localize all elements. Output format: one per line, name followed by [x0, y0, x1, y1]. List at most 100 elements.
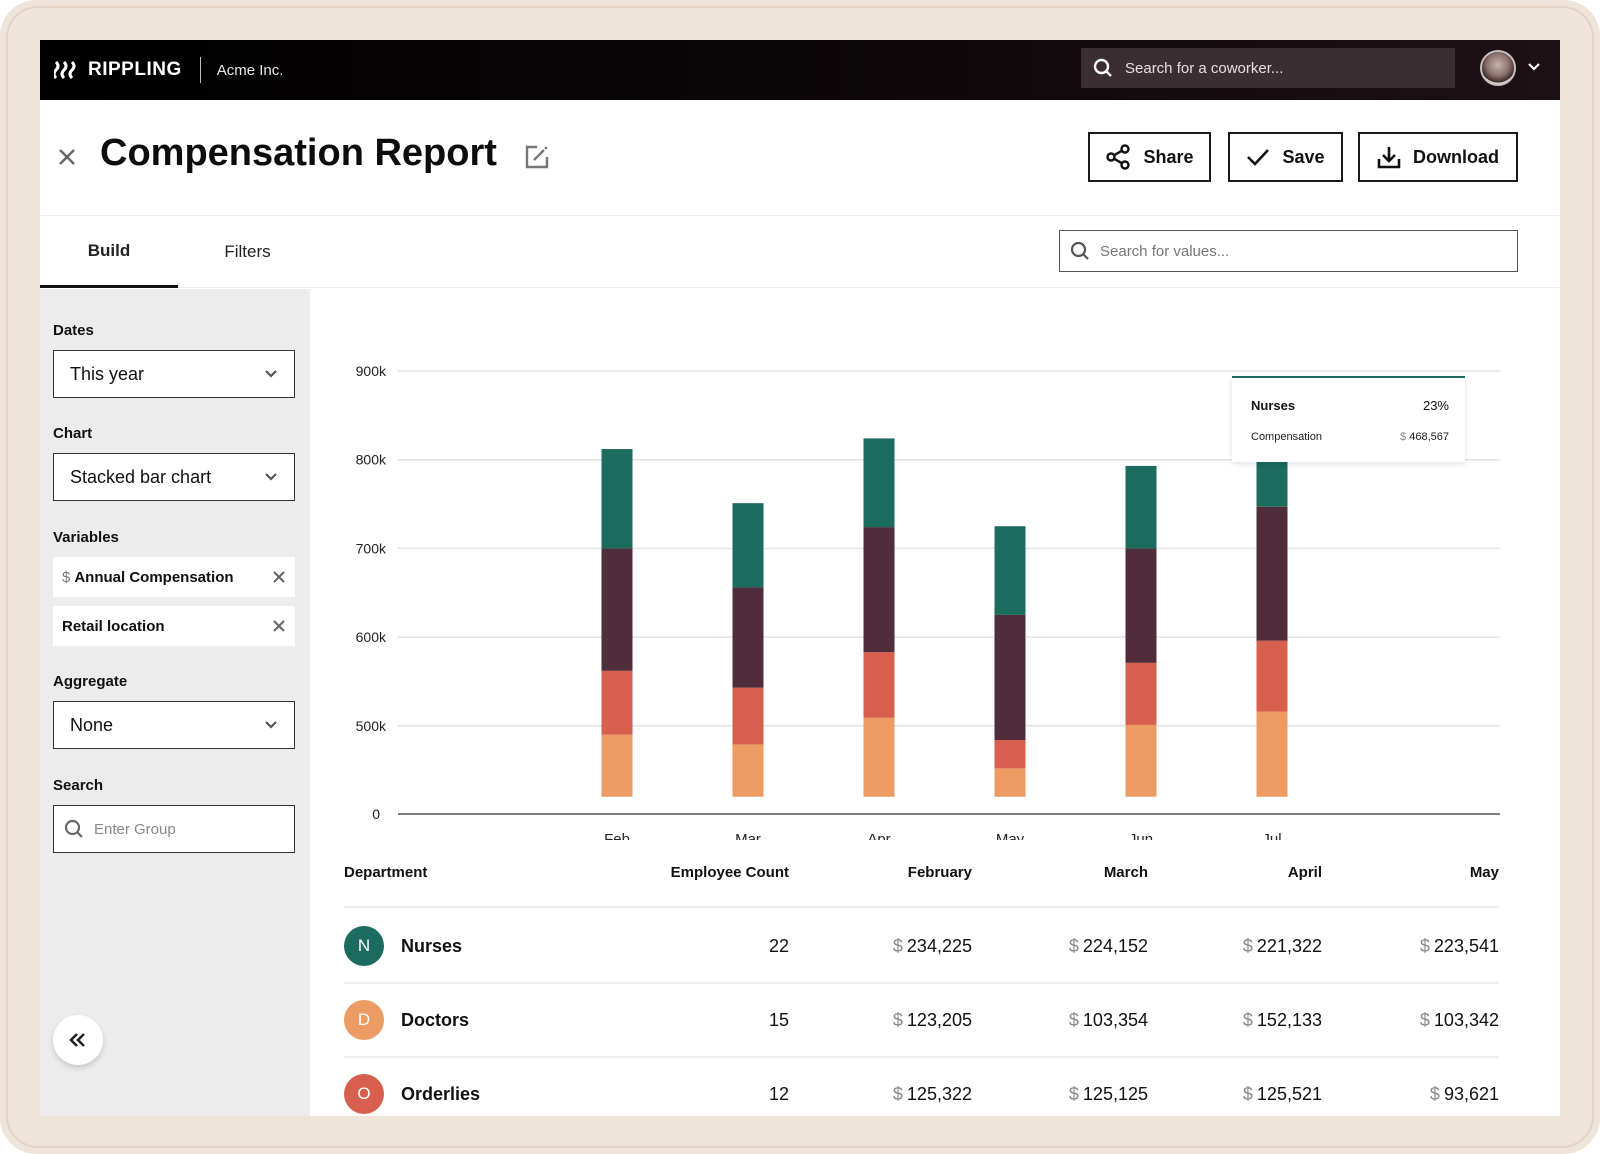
- bar-segment-orderlies: [863, 652, 895, 718]
- dollar-icon: $: [1419, 936, 1430, 956]
- variable-label: Annual Compensation: [74, 568, 234, 586]
- column-header-may[interactable]: May: [1470, 864, 1499, 881]
- compensation-value: 224,152: [1082, 936, 1148, 956]
- table-row[interactable]: O Orderlies 12 $125,322 $125,125 $125,521 $93,…: [344, 1058, 1499, 1116]
- save-label: Save: [1282, 146, 1325, 167]
- bar-segment-other: [1256, 506, 1288, 641]
- compensation-value: 103,342: [1433, 1010, 1499, 1030]
- bar-segment-other: [732, 587, 764, 688]
- brand-logo[interactable]: RIPPLING: [54, 59, 182, 81]
- group-search-input[interactable]: Enter Group: [53, 805, 295, 853]
- rippling-logo-icon: [54, 60, 76, 80]
- edit-icon[interactable]: [525, 145, 549, 169]
- coworker-search-input[interactable]: Search for a coworker...: [1081, 48, 1455, 88]
- compensation-cell: $123,205: [893, 1010, 972, 1031]
- compensation-cell: $125,322: [893, 1084, 972, 1105]
- share-button[interactable]: Share: [1088, 132, 1211, 182]
- compensation-value: 234,225: [906, 936, 972, 956]
- build-sidebar: Dates This year Chart Stacked bar chart …: [40, 289, 310, 1116]
- close-icon[interactable]: [58, 148, 76, 166]
- tab-filters[interactable]: Filters: [190, 216, 305, 288]
- compensation-value: 221,322: [1256, 936, 1322, 956]
- bar-segment-doctors: [1256, 711, 1288, 797]
- tooltip-percent: 23%: [1422, 398, 1449, 413]
- compensation-cell: $221,322: [1243, 936, 1322, 957]
- chart-tooltip: Nurses 23% Compensation $ 468,567: [1232, 376, 1465, 462]
- table-header: Department Employee Count February March…: [344, 852, 1499, 908]
- tab-build[interactable]: Build: [40, 216, 178, 288]
- x-tick-label: Mar: [735, 831, 761, 840]
- dollar-icon: $: [892, 1010, 903, 1030]
- chart-label: Chart: [53, 425, 93, 442]
- column-header-employee-count[interactable]: Employee Count: [671, 864, 789, 881]
- search-icon: [1093, 58, 1112, 77]
- column-header-april[interactable]: April: [1288, 864, 1322, 881]
- bar-segment-nurses: [732, 503, 764, 588]
- bar-segment-orderlies: [732, 687, 764, 745]
- remove-variable-button[interactable]: [273, 620, 285, 632]
- y-tick-label: 600k: [356, 629, 387, 645]
- column-header-february[interactable]: February: [908, 864, 972, 881]
- share-icon: [1106, 144, 1131, 170]
- bar-segment-doctors: [863, 717, 895, 797]
- compensation-value: 223,541: [1433, 936, 1499, 956]
- dates-select[interactable]: This year: [53, 350, 295, 398]
- variables-label: Variables: [53, 529, 119, 546]
- compensation-cell: $125,521: [1243, 1084, 1322, 1105]
- x-tick-label: Jul: [1262, 831, 1281, 840]
- tooltip-value-wrap: $ 468,567: [1400, 431, 1449, 443]
- remove-variable-button[interactable]: [273, 571, 285, 583]
- employee-count-cell: 15: [768, 1010, 789, 1030]
- compensation-value: 93,621: [1443, 1084, 1499, 1104]
- user-avatar[interactable]: [1480, 50, 1516, 86]
- coworker-search-placeholder: Search for a coworker...: [1125, 59, 1284, 77]
- compensation-value: 125,521: [1256, 1084, 1322, 1104]
- bar-segment-doctors: [994, 768, 1026, 797]
- compensation-value: 125,125: [1082, 1084, 1148, 1104]
- bar-segment-orderlies: [994, 739, 1026, 769]
- variable-chip: $ Annual Compensation: [53, 557, 295, 597]
- x-tick-label: Feb: [604, 831, 630, 840]
- bar-segment-doctors: [732, 744, 764, 797]
- tooltip-series: Nurses: [1251, 398, 1296, 413]
- x-tick-label: Apr: [867, 831, 890, 840]
- column-header-department[interactable]: Department: [344, 864, 427, 881]
- dollar-icon: $: [1400, 431, 1407, 443]
- close-icon: [273, 571, 285, 583]
- dollar-icon: $: [1419, 1010, 1430, 1030]
- bar-segment-orderlies: [601, 670, 633, 735]
- tooltip-header: Nurses 23%: [1251, 398, 1449, 413]
- save-button[interactable]: Save: [1228, 132, 1343, 182]
- dollar-icon: $: [892, 936, 903, 956]
- bar-segment-other: [601, 548, 633, 671]
- chevron-down-icon[interactable]: [1527, 62, 1541, 72]
- bar-segment-orderlies: [1256, 640, 1288, 712]
- y-tick-label: 0: [372, 806, 380, 822]
- chevron-down-icon: [265, 370, 277, 378]
- employee-count-cell: 12: [768, 1084, 789, 1104]
- department-avatar: O: [344, 1074, 384, 1114]
- column-header-march[interactable]: March: [1104, 864, 1148, 881]
- dates-label: Dates: [53, 322, 94, 339]
- department-avatar: D: [344, 1000, 384, 1040]
- table-row[interactable]: N Nurses 22 $234,225 $224,152 $221,322 $223,54…: [344, 910, 1499, 984]
- dollar-icon: $: [1242, 936, 1253, 956]
- chevron-down-icon: [265, 473, 277, 481]
- compensation-value: 103,354: [1082, 1010, 1148, 1030]
- y-tick-label: 500k: [356, 718, 387, 734]
- dollar-icon: $: [1068, 936, 1079, 956]
- tooltip-value: 468,567: [1409, 431, 1449, 443]
- table-row[interactable]: D Doctors 15 $123,205 $103,354 $152,133 $103,3…: [344, 984, 1499, 1058]
- aggregate-select[interactable]: None: [53, 701, 295, 749]
- chart-type-select[interactable]: Stacked bar chart: [53, 453, 295, 501]
- compensation-cell: $223,541: [1420, 936, 1499, 957]
- bar-segment-doctors: [1125, 724, 1157, 797]
- dates-value: This year: [70, 363, 145, 384]
- x-tick-label: May: [996, 831, 1025, 840]
- tooltip-label: Compensation: [1251, 431, 1322, 443]
- collapse-sidebar-button[interactable]: [53, 1015, 103, 1065]
- download-button[interactable]: Download: [1358, 132, 1518, 182]
- values-search-input[interactable]: Search for values...: [1059, 230, 1518, 272]
- compensation-cell: $103,354: [1069, 1010, 1148, 1031]
- department-name: Doctors: [401, 1010, 470, 1030]
